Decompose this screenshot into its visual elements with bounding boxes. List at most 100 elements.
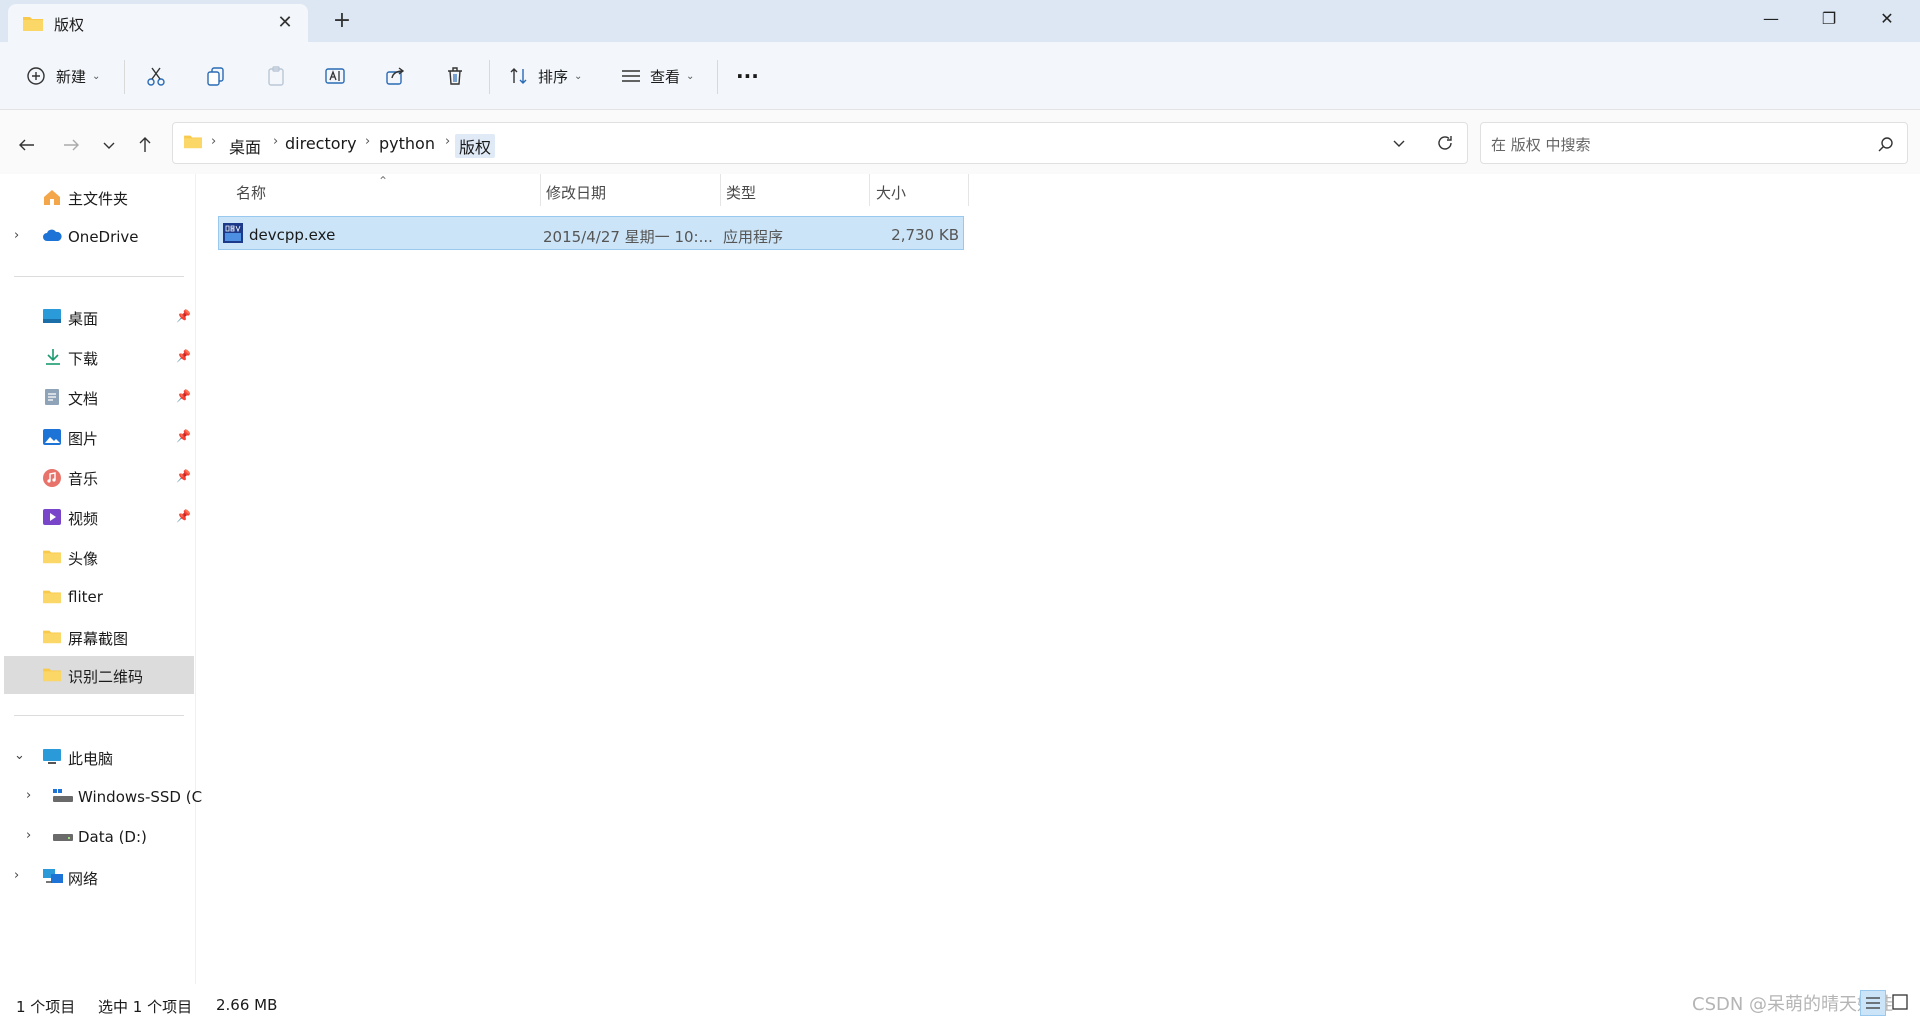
copy-icon	[205, 65, 227, 87]
file-list: ⌃ 名称 修改日期 类型 大小 devcpp.exe 2015/4/27 星期一…	[196, 174, 1920, 984]
column-header-date[interactable]: 修改日期	[546, 182, 606, 210]
download-icon	[44, 348, 62, 370]
search-input[interactable]: 在 版权 中搜索	[1480, 122, 1908, 164]
sidebar-item-desktop[interactable]: 桌面 📌	[4, 298, 194, 336]
sidebar-item-this-pc[interactable]: ⌄ 此电脑	[4, 738, 194, 776]
sidebar-item-pictures[interactable]: 图片 📌	[4, 418, 194, 456]
recent-dropdown-icon[interactable]	[96, 132, 122, 158]
selected-count: 选中 1 个项目	[98, 998, 193, 1016]
sidebar-item-documents[interactable]: 文档 📌	[4, 378, 194, 416]
more-options-button[interactable]: ···	[736, 60, 759, 92]
search-placeholder: 在 版权 中搜索	[1491, 136, 1591, 154]
divider	[717, 60, 718, 94]
drive-windows-icon	[52, 788, 74, 808]
address-bar[interactable]: › 桌面 › directory › python › 版权	[172, 122, 1468, 164]
sort-button[interactable]: 排序 ⌄	[508, 60, 582, 92]
column-divider[interactable]	[968, 174, 969, 206]
close-button[interactable]: ✕	[1872, 6, 1902, 32]
pin-icon[interactable]: 📌	[176, 469, 191, 483]
breadcrumb-python[interactable]: python	[379, 134, 435, 153]
view-label: 查看	[650, 67, 681, 86]
plus-circle-icon	[26, 66, 46, 86]
search-icon[interactable]	[1877, 135, 1895, 157]
new-label: 新建	[56, 67, 87, 86]
sidebar-item-music[interactable]: 音乐 📌	[4, 458, 194, 496]
sidebar-item-screenshots[interactable]: 屏幕截图	[4, 618, 194, 656]
column-divider[interactable]	[869, 174, 870, 206]
back-arrow-icon[interactable]	[14, 132, 40, 158]
new-tab-button[interactable]: +	[330, 10, 354, 34]
sidebar-item-label: 桌面	[68, 310, 99, 328]
column-divider[interactable]	[540, 174, 541, 206]
pin-icon[interactable]: 📌	[176, 429, 191, 443]
sidebar-item-downloads[interactable]: 下载 📌	[4, 338, 194, 376]
sidebar-item-home[interactable]: 主文件夹	[4, 178, 194, 216]
chevron-right-icon[interactable]: ›	[14, 228, 19, 243]
column-header-type[interactable]: 类型	[726, 182, 756, 210]
tab-title: 版权	[54, 16, 85, 34]
copy-button[interactable]	[205, 60, 227, 92]
cloud-icon	[42, 228, 62, 246]
column-header-name[interactable]: 名称	[236, 182, 266, 210]
sidebar-item-network[interactable]: › 网络	[4, 858, 194, 896]
cut-button[interactable]	[145, 60, 167, 92]
sort-label: 排序	[538, 67, 569, 86]
folder-icon	[42, 548, 62, 568]
sidebar-item-label: Data (D:)	[78, 828, 147, 846]
column-header-size[interactable]: 大小	[876, 182, 906, 210]
sidebar-item-drive-d[interactable]: › Data (D:)	[4, 818, 194, 856]
sidebar-item-videos[interactable]: 视频 📌	[4, 498, 194, 536]
drive-icon	[52, 828, 74, 848]
view-button[interactable]: 查看 ⌄	[620, 60, 694, 92]
sidebar-item-label: 网络	[68, 870, 99, 888]
breadcrumb-directory[interactable]: directory	[285, 134, 357, 153]
table-row[interactable]: devcpp.exe 2015/4/27 星期一 10:... 应用程序 2,7…	[218, 216, 964, 250]
picture-icon	[42, 428, 62, 450]
paste-button[interactable]	[265, 60, 287, 92]
up-arrow-icon[interactable]	[132, 132, 158, 158]
forward-arrow-icon[interactable]	[58, 132, 84, 158]
chevron-right-icon[interactable]: ›	[26, 788, 31, 803]
sidebar-item-onedrive[interactable]: › OneDrive	[4, 218, 194, 256]
sidebar-item-qrcode[interactable]: 识别二维码	[4, 656, 194, 694]
pin-icon[interactable]: 📌	[176, 509, 191, 523]
tab-current[interactable]: 版权 ✕	[8, 4, 308, 42]
chevron-down-icon[interactable]: ⌄	[14, 748, 25, 763]
chevron-right-icon[interactable]: ›	[14, 868, 19, 883]
maximize-button[interactable]: ❐	[1814, 6, 1844, 32]
chevron-right-icon[interactable]: ›	[26, 828, 31, 843]
selected-size: 2.66 MB	[216, 996, 278, 1014]
sidebar-item-label: 文档	[68, 390, 99, 408]
pin-icon[interactable]: 📌	[176, 389, 191, 403]
network-icon	[42, 868, 64, 890]
tab-close-icon[interactable]: ✕	[274, 12, 296, 34]
sidebar-item-drive-c[interactable]: › Windows-SSD (C	[4, 778, 202, 816]
minimize-button[interactable]: —	[1756, 6, 1786, 32]
chevron-down-icon: ⌄	[686, 70, 695, 82]
navigation-row: › 桌面 › directory › python › 版权 在 版权 中搜索	[0, 110, 1920, 174]
sidebar-item-label: 图片	[68, 430, 99, 448]
details-view-icon[interactable]	[1860, 990, 1886, 1016]
rename-button[interactable]	[324, 60, 346, 92]
pin-icon[interactable]: 📌	[176, 309, 191, 323]
column-divider[interactable]	[720, 174, 721, 206]
desktop-icon	[42, 308, 62, 328]
sidebar-item-avatar-folder[interactable]: 头像	[4, 538, 194, 576]
sidebar-item-fliter[interactable]: fliter	[4, 578, 194, 616]
new-button[interactable]: 新建 ⌄	[26, 60, 100, 92]
share-button[interactable]	[384, 60, 406, 92]
breadcrumb-current[interactable]: 版权	[455, 134, 496, 158]
address-dropdown-icon[interactable]	[1391, 135, 1407, 155]
pin-icon[interactable]: 📌	[176, 349, 191, 363]
status-bar: 1 个项目 选中 1 个项目 2.66 MB	[0, 984, 1920, 1021]
chevron-right-icon: ›	[273, 134, 279, 149]
divider	[14, 715, 184, 716]
home-icon	[42, 188, 62, 210]
breadcrumb-desktop[interactable]: 桌面	[229, 134, 261, 158]
share-icon	[384, 65, 406, 87]
delete-button[interactable]	[444, 60, 466, 92]
refresh-icon[interactable]	[1435, 133, 1455, 157]
document-icon	[44, 388, 60, 410]
command-bar: 新建 ⌄ 排序 ⌄ 查看 ⌄ ···	[0, 42, 1920, 110]
tiles-view-icon[interactable]	[1888, 990, 1914, 1016]
